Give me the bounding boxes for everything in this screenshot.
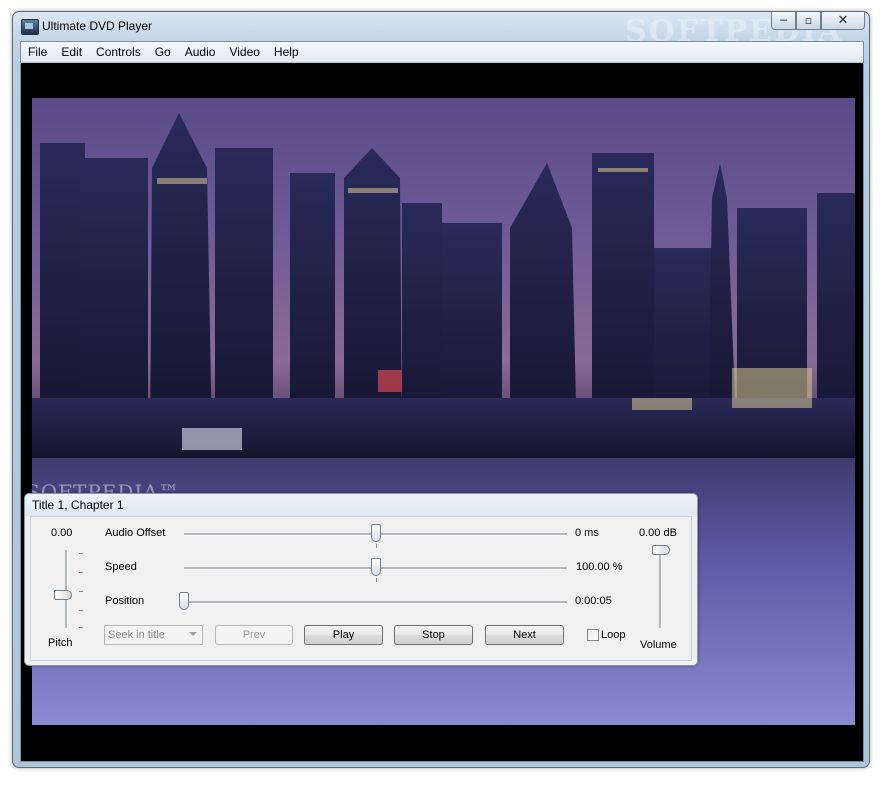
close-button[interactable]: ✕ xyxy=(821,12,865,30)
panel-title: Title 1, Chapter 1 xyxy=(32,498,124,512)
menu-video[interactable]: Video xyxy=(222,45,266,59)
menu-file[interactable]: File xyxy=(21,45,54,59)
position-value: 0:00:05 xyxy=(575,595,612,607)
play-button[interactable]: Play xyxy=(304,625,383,645)
maximize-button[interactable]: ▫ xyxy=(796,12,821,30)
volume-value: 0.00 dB xyxy=(639,527,677,539)
control-panel-body: 0.00 Pitch Audio Offset 0 ms Speed 100.0… xyxy=(30,516,692,661)
pitch-tick xyxy=(79,572,83,573)
speed-label: Speed xyxy=(105,561,137,573)
volume-label: Volume xyxy=(640,639,677,651)
position-label: Position xyxy=(105,595,145,607)
caption-buttons: ─ ▫ ✕ xyxy=(771,12,865,31)
menu-help[interactable]: Help xyxy=(267,45,306,59)
audio-offset-label: Audio Offset xyxy=(105,527,166,539)
menu-controls[interactable]: Controls xyxy=(89,45,148,59)
prev-button[interactable]: Prev xyxy=(215,625,293,645)
speed-value: 100.00 % xyxy=(576,561,623,573)
pitch-tick xyxy=(79,627,83,628)
audio-offset-value: 0 ms xyxy=(575,527,599,539)
stop-button[interactable]: Stop xyxy=(394,625,473,645)
menu-audio[interactable]: Audio xyxy=(178,45,223,59)
pitch-slider-track[interactable] xyxy=(65,550,68,628)
chevron-down-icon xyxy=(189,632,197,636)
speed-tick xyxy=(376,578,377,582)
seek-mode-value: Seek in title xyxy=(108,629,165,641)
position-thumb[interactable] xyxy=(179,592,189,610)
next-button[interactable]: Next xyxy=(485,625,564,645)
title-bar[interactable]: Ultimate DVD Player SOFTPEDIA ─ ▫ ✕ xyxy=(13,12,869,49)
window-title: Ultimate DVD Player xyxy=(42,19,153,33)
speed-thumb[interactable] xyxy=(370,558,381,576)
pitch-label: Pitch xyxy=(48,637,73,649)
menu-edit[interactable]: Edit xyxy=(54,45,89,59)
seek-mode-select[interactable]: Seek in title xyxy=(104,625,203,645)
pitch-tick xyxy=(79,591,83,592)
pitch-value: 0.00 xyxy=(51,527,73,539)
menu-bar: File Edit Controls Go Audio Video Help xyxy=(21,42,863,63)
position-track[interactable] xyxy=(184,601,567,604)
minimize-button[interactable]: ─ xyxy=(771,12,796,30)
volume-slider-track[interactable] xyxy=(659,550,662,628)
pitch-slider-thumb[interactable] xyxy=(54,590,72,601)
control-panel: Title 1, Chapter 1 0.00 Pitch Audio Offs… xyxy=(24,493,698,666)
loop-checkbox[interactable] xyxy=(587,629,599,641)
audio-offset-tick xyxy=(376,544,377,548)
menu-go[interactable]: Go xyxy=(148,45,178,59)
loop-label[interactable]: Loop xyxy=(601,629,625,641)
audio-offset-thumb[interactable] xyxy=(370,524,381,542)
volume-slider-thumb[interactable] xyxy=(652,545,670,555)
dvd-player-icon[interactable] xyxy=(21,19,39,35)
pitch-tick xyxy=(79,553,83,554)
pitch-tick xyxy=(79,610,83,611)
